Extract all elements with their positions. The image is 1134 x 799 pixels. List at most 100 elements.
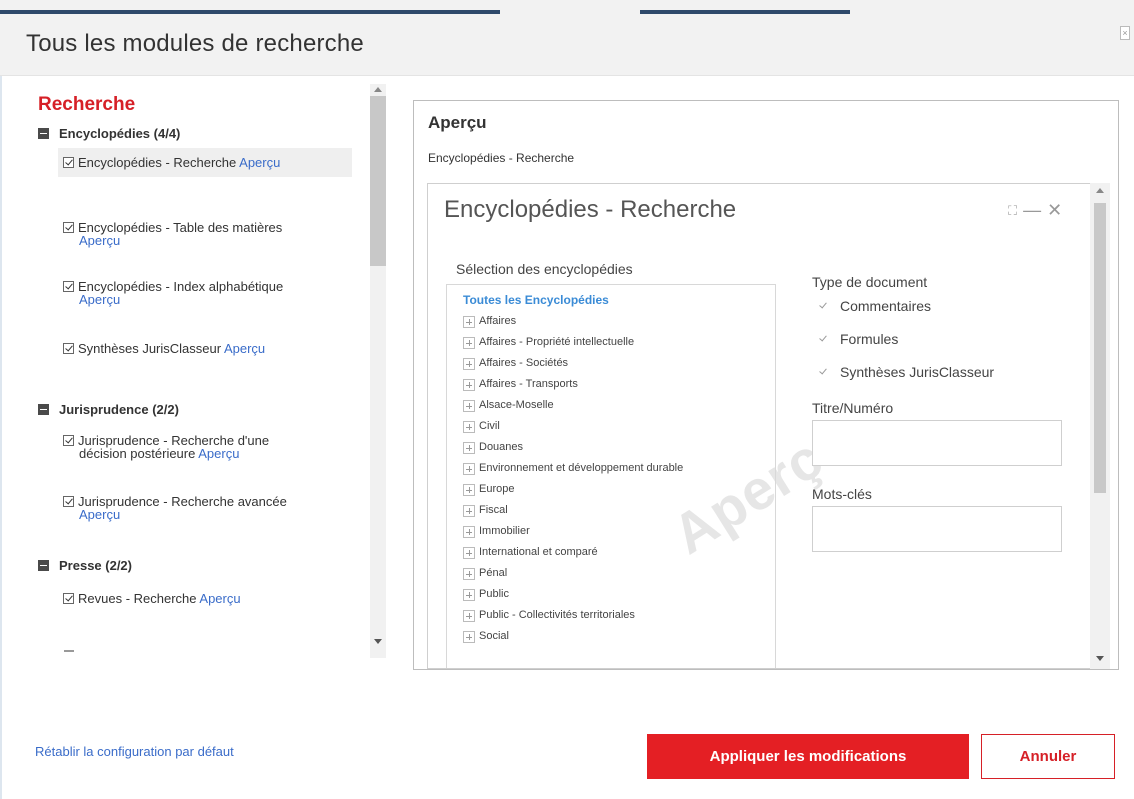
tree-node-label: International et comparé — [479, 546, 598, 558]
module-item[interactable]: Synthèses JurisClasseur Aperçu — [58, 334, 352, 363]
tree-node[interactable]: Public — [463, 584, 775, 605]
module-item[interactable]: Revues - Recherche Aperçu — [58, 584, 352, 613]
tree-node[interactable]: Douanes — [463, 437, 775, 458]
module-checkbox[interactable] — [63, 435, 74, 446]
all-encyclopedias-link[interactable]: Toutes les Encyclopédies — [463, 293, 775, 307]
module-preview-window: Encyclopédies - Recherche ⛶ — ✕ Aperçu S… — [427, 183, 1102, 669]
module-checkbox[interactable] — [63, 157, 74, 168]
module-checkbox[interactable] — [63, 593, 74, 604]
module-label: Revues - Recherche — [78, 591, 197, 606]
module-checkbox[interactable] — [63, 496, 74, 507]
scroll-down-icon[interactable] — [374, 639, 382, 644]
preview-link[interactable]: Aperçu — [79, 292, 120, 307]
collapse-icon[interactable] — [38, 128, 49, 139]
module-item[interactable]: Encyclopédies - Recherche Aperçu — [58, 148, 352, 177]
reset-defaults-link[interactable]: Rétablir la configuration par défaut — [35, 744, 234, 759]
doc-type-option[interactable]: Commentaires — [818, 298, 931, 314]
preview-link[interactable]: Aperçu — [79, 507, 120, 522]
tree-node[interactable]: Public - Collectivités territoriales — [463, 605, 775, 626]
tree-node-label: Pénal — [479, 567, 508, 579]
preview-panel: Aperçu Encyclopédies - Recherche Encyclo… — [413, 100, 1119, 670]
check-icon[interactable] — [818, 367, 828, 377]
expand-plus-icon[interactable] — [463, 588, 475, 601]
preview-link[interactable]: Aperçu — [239, 155, 280, 170]
collapse-icon[interactable] — [38, 404, 49, 415]
expand-plus-icon[interactable] — [463, 567, 475, 580]
tree-node[interactable]: Affaires - Propriété intellectuelle — [463, 332, 775, 353]
expand-plus-icon[interactable] — [463, 483, 475, 496]
preview-link[interactable]: Aperçu — [224, 341, 265, 356]
group-header-jurisprudence[interactable]: Jurisprudence (2/2) — [38, 402, 179, 417]
preview-link[interactable]: Aperçu — [79, 233, 120, 248]
scroll-down-icon[interactable] — [1096, 656, 1104, 661]
tree-node-label: Civil — [479, 420, 500, 432]
tree-node[interactable]: Civil — [463, 416, 775, 437]
keywords-label: Mots-clés — [812, 486, 872, 502]
doc-type-label: Type de document — [812, 274, 928, 290]
title-number-input[interactable] — [812, 420, 1062, 466]
tree-node[interactable]: Affaires — [463, 311, 775, 332]
tree-node-label: Fiscal — [479, 504, 508, 516]
window-controls: ⛶ — ✕ — [1008, 200, 1062, 221]
tree-node[interactable]: International et comparé — [463, 542, 775, 563]
expand-plus-icon[interactable] — [463, 609, 475, 622]
expand-plus-icon[interactable] — [463, 546, 475, 559]
dialog-header: Tous les modules de recherche — [0, 14, 1134, 76]
expand-plus-icon[interactable] — [463, 462, 475, 475]
tree-node[interactable]: Immobilier — [463, 521, 775, 542]
tree-node[interactable]: Environnement et développement durable — [463, 458, 775, 479]
dialog-title: Tous les modules de recherche — [26, 30, 364, 57]
expand-plus-icon[interactable] — [463, 630, 475, 643]
cancel-button[interactable]: Annuler — [981, 734, 1115, 779]
dialog-close-icon[interactable]: × — [1120, 26, 1130, 40]
check-icon[interactable] — [818, 301, 828, 311]
module-item[interactable]: Encyclopédies - Table des matières Aperç… — [58, 213, 352, 255]
group-header-presse[interactable]: Presse (2/2) — [38, 558, 132, 573]
group-label: Presse (2/2) — [59, 558, 132, 573]
tree-node[interactable]: Affaires - Sociétés — [463, 353, 775, 374]
expand-plus-icon[interactable] — [463, 399, 475, 412]
expand-plus-icon[interactable] — [463, 504, 475, 517]
apply-changes-button[interactable]: Appliquer les modifications — [647, 734, 969, 779]
preview-link[interactable]: Aperçu — [198, 446, 239, 461]
tree-node[interactable]: Social — [463, 626, 775, 647]
doc-type-option[interactable]: Formules — [818, 331, 898, 347]
expand-plus-icon[interactable] — [463, 336, 475, 349]
expand-icon[interactable]: ⛶ — [1008, 203, 1017, 219]
module-item[interactable]: Jurisprudence - Recherche avancée Aperçu — [58, 487, 352, 529]
modules-scrollbar[interactable] — [370, 84, 386, 658]
tree-node-label: Europe — [479, 483, 515, 495]
module-item[interactable]: Encyclopédies - Index alphabétique Aperç… — [58, 272, 352, 314]
expand-plus-icon[interactable] — [463, 441, 475, 454]
scroll-up-icon[interactable] — [1096, 188, 1104, 193]
minimize-icon[interactable]: — — [1023, 200, 1041, 221]
expand-plus-icon[interactable] — [463, 420, 475, 433]
expand-plus-icon[interactable] — [463, 357, 475, 370]
group-header-encyclopedies[interactable]: Encyclopédies (4/4) — [38, 126, 180, 141]
module-checkbox[interactable] — [63, 281, 74, 292]
tree-node[interactable]: Pénal — [463, 563, 775, 584]
scroll-thumb[interactable] — [370, 96, 386, 266]
scroll-thumb[interactable] — [1094, 203, 1106, 493]
doc-type-option[interactable]: Synthèses JurisClasseur — [818, 364, 994, 380]
tree-node[interactable]: Alsace-Moselle — [463, 395, 775, 416]
expand-plus-icon[interactable] — [463, 378, 475, 391]
tree-node[interactable]: Affaires - Transports — [463, 374, 775, 395]
collapse-icon[interactable] — [38, 560, 49, 571]
expand-plus-icon[interactable] — [463, 315, 475, 328]
keywords-input[interactable] — [812, 506, 1062, 552]
expand-plus-icon[interactable] — [463, 525, 475, 538]
close-icon[interactable]: ✕ — [1047, 200, 1062, 221]
module-item[interactable]: Jurisprudence - Recherche d'une décision… — [58, 426, 352, 468]
left-edge — [0, 76, 2, 799]
check-icon[interactable] — [818, 334, 828, 344]
preview-link[interactable]: Aperçu — [199, 591, 240, 606]
tree-node[interactable]: Europe — [463, 479, 775, 500]
preview-scrollbar[interactable] — [1090, 183, 1110, 669]
module-checkbox[interactable] — [63, 343, 74, 354]
group-label: Encyclopédies (4/4) — [59, 126, 181, 141]
tree-node[interactable]: Fiscal — [463, 500, 775, 521]
doc-type-label-text: Formules — [840, 331, 899, 347]
module-checkbox[interactable] — [63, 222, 74, 233]
scroll-up-icon[interactable] — [374, 87, 382, 92]
